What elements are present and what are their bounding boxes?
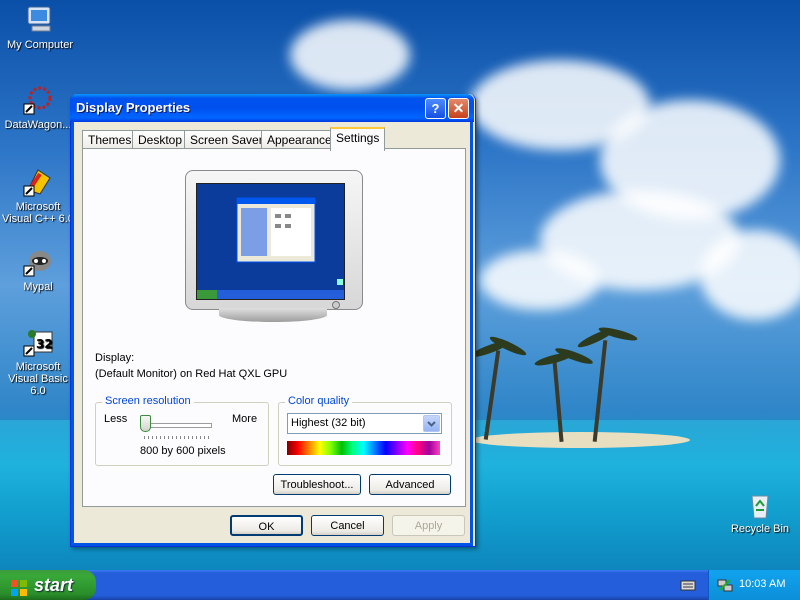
desktop-icon-visual-basic[interactable]: 32 Microsoft Visual Basic 6.0 [0,326,76,397]
monitor-power-button [332,301,340,309]
resolution-value-text: 800 by 600 pixels [140,445,226,457]
tab-themes[interactable]: Themes [82,130,138,149]
display-label: Display: [95,352,135,364]
color-quality-group: Color quality Highest (32 bit) [278,395,452,466]
network-icon[interactable] [717,577,733,593]
start-button[interactable]: start [0,570,96,600]
datawagon-icon [22,84,54,116]
color-quality-select[interactable]: Highest (32 bit) [287,413,442,434]
desktop-icon-mypal[interactable]: Mypal [0,246,76,293]
desktop-icon-label: My Computer [6,39,74,51]
desktop-icon-label: Microsoft Visual C++ 6.0 [2,201,74,225]
resolution-less-label: Less [104,413,128,425]
color-spectrum-bar [287,441,440,455]
resolution-slider-ticks [144,436,210,439]
clock[interactable]: 10:03 AM [739,578,785,590]
troubleshoot-button[interactable]: Troubleshoot... [273,474,361,495]
system-tray: 10:03 AM [708,570,800,600]
screen-resolution-group: Screen resolution Less More 800 by 600 p… [95,395,269,466]
visual-cpp-icon [22,166,54,198]
display-properties-window: Display Properties ? ✕ Themes Desktop Sc… [70,94,476,547]
tab-settings[interactable]: Settings [330,127,386,151]
cancel-button[interactable]: Cancel [311,515,384,536]
display-value: (Default Monitor) on Red Hat QXL GPU [95,368,288,380]
ok-button[interactable]: OK [230,515,303,536]
desktop-icon-label: DataWagon... [4,119,72,131]
color-quality-legend: Color quality [285,395,353,407]
screen-resolution-legend: Screen resolution [102,395,194,407]
keyboard-icon[interactable] [680,578,696,592]
chevron-down-icon [427,421,436,427]
computer-icon [24,4,56,36]
apply-button[interactable]: Apply [392,515,465,536]
tab-desktop[interactable]: Desktop [132,130,189,149]
desktop-icon-my-computer[interactable]: My Computer [2,4,78,51]
recycle-bin-icon [744,488,776,520]
tab-appearance[interactable]: Appearance [261,130,338,149]
desktop-icon-label: Recycle Bin [730,523,790,535]
desktop-icon-label: Microsoft Visual Basic 6.0 [8,361,68,397]
monitor-stand [219,308,327,322]
start-label: start [34,575,74,595]
close-button[interactable]: ✕ [448,98,469,119]
mypal-icon [22,246,54,278]
visual-basic-icon: 32 [22,326,54,358]
monitor-preview [185,170,363,310]
desktop-icon-recycle-bin[interactable]: Recycle Bin [722,488,798,535]
help-button[interactable]: ? [425,98,446,119]
window-title: Display Properties [76,100,191,115]
resolution-more-label: More [232,413,258,425]
advanced-button[interactable]: Advanced [369,474,451,495]
resolution-slider-thumb[interactable] [140,415,151,432]
tab-screen-saver[interactable]: Screen Saver [184,130,269,149]
desktop-icon-datawagon[interactable]: DataWagon... [0,84,76,131]
desktop-icon-label: Mypal [23,281,53,293]
svg-text:32: 32 [36,337,53,351]
taskbar: start 10:03 AM [0,570,800,600]
dropdown-arrow-button[interactable] [423,415,440,432]
title-bar[interactable]: Display Properties ? ✕ [70,94,474,122]
desktop-icon-visual-cpp[interactable]: Microsoft Visual C++ 6.0 [0,166,76,225]
color-quality-selected-value: Highest (32 bit) [291,417,366,429]
resolution-slider-track[interactable] [144,423,212,428]
windows-flag-icon [10,576,28,596]
monitor-screen [196,183,345,300]
